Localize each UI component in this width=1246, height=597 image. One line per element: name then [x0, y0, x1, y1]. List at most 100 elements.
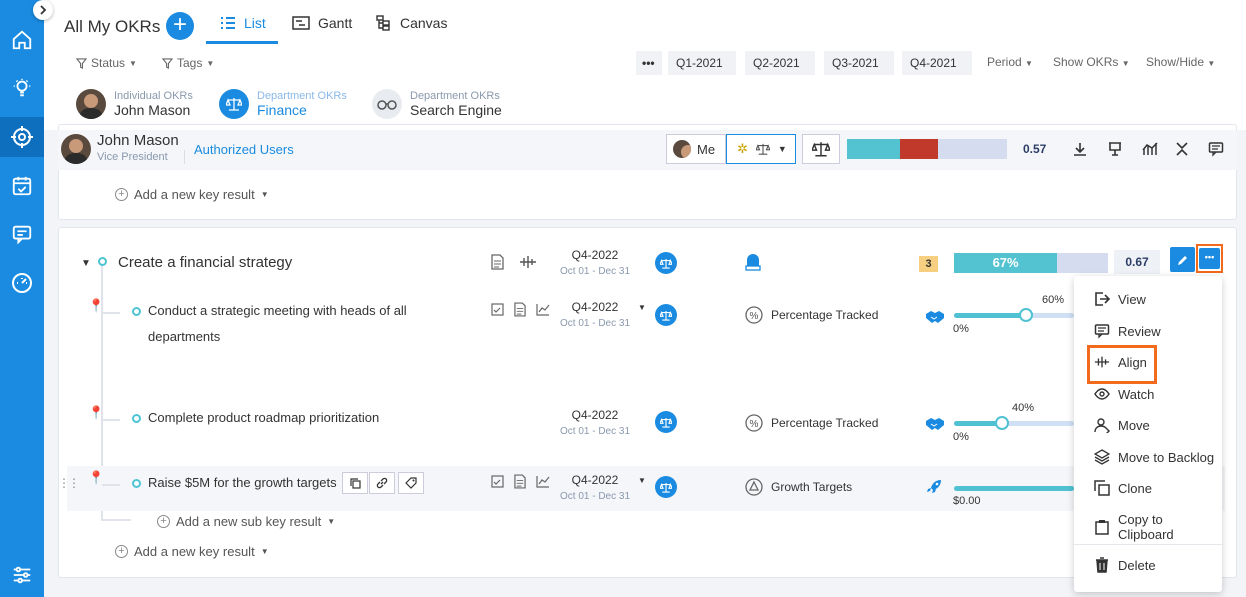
link-icon[interactable] [369, 472, 395, 494]
home-icon[interactable] [0, 20, 44, 60]
align-icon[interactable] [519, 254, 537, 275]
kr-title[interactable]: Complete product roadmap prioritization [148, 405, 379, 431]
filter-icon [76, 57, 87, 69]
document-icon[interactable] [491, 254, 504, 275]
tree-branch [102, 312, 120, 314]
caret-down-icon[interactable]: ▼ [638, 476, 646, 485]
kr-title[interactable]: Conduct a strategic meeting with heads o… [148, 298, 438, 350]
tab-canvas[interactable]: Canvas [376, 15, 447, 31]
add-okr-button[interactable]: + [166, 12, 194, 40]
chart-icon[interactable] [536, 475, 550, 493]
document-icon[interactable] [514, 474, 526, 494]
tab-list[interactable]: List [220, 15, 266, 31]
kr-progress-slider[interactable] [1019, 308, 1033, 322]
chart-icon[interactable] [536, 303, 550, 321]
more-quarters-button[interactable]: ••• [636, 51, 662, 75]
tab-department-search-engine[interactable]: Department OKRs Search Engine [372, 89, 502, 119]
handshake-icon [925, 310, 945, 329]
show-okrs-dropdown[interactable]: Show OKRs ▼ [1053, 55, 1130, 69]
me-selector[interactable]: Me [666, 134, 726, 164]
settings-sliders-icon[interactable] [0, 555, 44, 595]
download-icon[interactable] [1072, 141, 1088, 162]
quarter-q4[interactable]: Q4-2021 [902, 51, 972, 75]
comments-icon[interactable] [1208, 141, 1224, 162]
dashboard-icon[interactable] [0, 263, 44, 303]
document-icon[interactable] [514, 302, 526, 322]
view-icon [1095, 292, 1110, 306]
objective-title[interactable]: Create a financial strategy [118, 254, 292, 271]
quarter-q2[interactable]: Q2-2021 [745, 51, 815, 75]
pencil-icon [1177, 255, 1187, 265]
kr-quarter: Q4-2022 [571, 300, 619, 314]
kr-start: 0% [953, 431, 969, 443]
objective-quarter: Q4-2022 [571, 248, 619, 262]
balance-scale-icon [755, 143, 770, 155]
team-selector[interactable]: ✲ ▼ [726, 134, 796, 164]
kr-type: Percentage Tracked [771, 416, 879, 430]
owner-progress-bar [847, 139, 1007, 159]
tree-line [101, 519, 131, 521]
tab-department-finance[interactable]: Department OKRs Finance [219, 89, 347, 119]
header: All My OKRs + List Gantt Canvas Status ▼ … [44, 0, 1246, 130]
caret-down-icon[interactable]: ▼ [81, 258, 91, 269]
menu-review[interactable]: Review [1094, 323, 1161, 339]
target-icon[interactable] [0, 117, 44, 157]
rocket-icon [925, 478, 943, 501]
kr-progress-slider[interactable] [995, 416, 1009, 430]
menu-view[interactable]: View [1094, 291, 1146, 307]
menu-watch[interactable]: Watch [1094, 386, 1154, 402]
menu-delete[interactable]: Delete [1094, 557, 1156, 573]
kr-type: Percentage Tracked [771, 308, 879, 322]
objective-count-badge: 3 [919, 256, 938, 272]
objective-progress-fill: 67% [954, 253, 1058, 273]
quarter-q3[interactable]: Q3-2021 [824, 51, 894, 75]
drag-handle-icon[interactable]: ⋮⋮ [58, 476, 80, 490]
kr-title[interactable]: Raise $5M for the growth targets [148, 470, 337, 496]
period-dropdown[interactable]: Period ▼ [987, 55, 1033, 69]
more-options-highlight: ••• [1196, 244, 1223, 273]
authorized-users-link[interactable]: Authorized Users [194, 142, 294, 157]
presentation-icon[interactable] [1107, 141, 1123, 162]
more-options-button[interactable]: ••• [1199, 248, 1220, 269]
tab-gantt[interactable]: Gantt [292, 15, 352, 31]
chat-icon[interactable] [0, 214, 44, 254]
add-key-result[interactable]: + Add a new key result ▼ [115, 544, 269, 559]
lightbulb-icon[interactable] [0, 68, 44, 108]
department-button[interactable] [802, 134, 840, 164]
kr-type: Growth Targets [771, 480, 853, 494]
add-sub-key-result[interactable]: + Add a new sub key result ▼ [157, 514, 335, 529]
status-filter[interactable]: Status ▼ [76, 56, 137, 70]
menu-copy-to-clipboard[interactable]: Copy to Clipboard [1094, 512, 1222, 542]
copy-icon[interactable] [342, 472, 368, 494]
edit-button[interactable] [1170, 247, 1195, 272]
balance-scale-icon [655, 411, 677, 433]
menu-move-to-backlog[interactable]: Move to Backlog [1094, 449, 1214, 465]
balance-scale-icon [655, 476, 677, 498]
kr-start: $0.00 [953, 495, 981, 507]
trash-icon [1096, 557, 1108, 573]
kr-dot [132, 479, 141, 488]
quarter-q1[interactable]: Q1-2021 [668, 51, 736, 75]
sidebar-collapse-button[interactable] [33, 0, 53, 20]
show-hide-dropdown[interactable]: Show/Hide ▼ [1146, 55, 1215, 69]
calendar-check-icon[interactable] [491, 475, 504, 493]
balance-scale-icon [219, 89, 249, 119]
avatar [61, 134, 91, 164]
avatar [673, 140, 691, 158]
tab-individual-okrs[interactable]: Individual OKRs John Mason [76, 89, 193, 119]
add-key-result-top[interactable]: + Add a new key result ▼ [115, 187, 269, 202]
chart-icon[interactable] [1142, 141, 1158, 162]
chevron-right-icon [40, 5, 47, 15]
tags-filter[interactable]: Tags ▼ [162, 56, 214, 70]
calendar-check-icon[interactable] [491, 303, 504, 321]
menu-clone[interactable]: Clone [1094, 480, 1152, 496]
list-icon [221, 17, 235, 29]
menu-move[interactable]: Move [1094, 417, 1150, 433]
tag-icon[interactable] [398, 472, 424, 494]
glasses-icon [372, 89, 402, 119]
kr-dates: Oct 01 - Dec 31 [559, 491, 631, 502]
calendar-check-icon[interactable] [0, 166, 44, 206]
kr-dates: Oct 01 - Dec 31 [559, 318, 631, 329]
collapse-arrows-icon[interactable] [1175, 141, 1191, 162]
caret-down-icon[interactable]: ▼ [638, 303, 646, 312]
